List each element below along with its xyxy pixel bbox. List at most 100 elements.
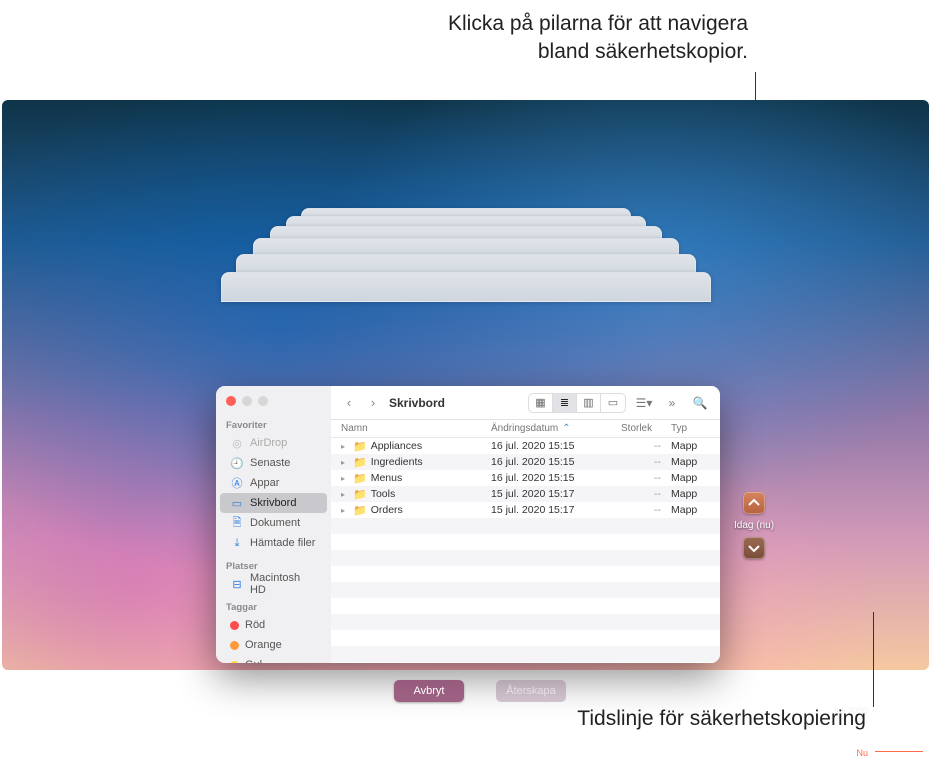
downloads-icon: ⤓: [230, 537, 244, 550]
sidebar-item-hd[interactable]: ⊟ Macintosh HD: [220, 574, 327, 594]
airdrop-icon: ◎: [230, 437, 244, 450]
table-row[interactable]: ▸📁Ingredients16 jul. 2020 15:15--Mapp: [331, 454, 720, 470]
sidebar-tag-red[interactable]: Röd: [220, 615, 327, 635]
desktop-icon: ▭: [230, 497, 244, 510]
cancel-button[interactable]: Avbryt: [394, 680, 464, 702]
file-modified: 16 jul. 2020 15:15: [491, 472, 621, 484]
tm-arrow-up[interactable]: [743, 492, 765, 514]
col-name[interactable]: Namn: [341, 423, 491, 434]
timeline-tick[interactable]: [905, 720, 923, 721]
timeline-tick[interactable]: [875, 709, 923, 710]
callout-line1: Klicka på pilarna för att navigera: [448, 10, 748, 38]
timeline-tick[interactable]: [905, 740, 923, 741]
view-list-button[interactable]: ≣: [553, 394, 577, 412]
file-name: Ingredients: [371, 456, 423, 468]
file-kind: Mapp: [671, 440, 720, 452]
table-row[interactable]: ▸ 📁 Tools 15 jul. 2020 15:17--Mapp: [331, 486, 720, 502]
sidebar-label: Röd: [245, 619, 265, 631]
folder-icon: 📁: [353, 504, 367, 517]
sort-indicator-icon: ⌃: [562, 423, 570, 434]
view-icons-button[interactable]: ▦: [529, 394, 553, 412]
callout-line2: bland säkerhetskopior.: [448, 38, 748, 66]
finder-main: ‹ › Skrivbord ▦ ≣ ▥ ▭ ☰▾ » 🔍 Namn Ändrin…: [331, 386, 720, 663]
callout-arrows: Klicka på pilarna för att navigera bland…: [448, 10, 748, 67]
callout-leader-line: [873, 612, 874, 707]
sidebar-item-desktop[interactable]: ▭ Skrivbord: [220, 493, 327, 513]
timeline-now-label: Nu: [856, 748, 868, 758]
file-name: Menus: [371, 472, 403, 484]
sidebar-label: Senaste: [250, 457, 290, 469]
file-modified: 15 jul. 2020 15:17: [491, 488, 621, 500]
group-button[interactable]: ☰▾: [634, 396, 654, 410]
sidebar-label: AirDrop: [250, 437, 287, 449]
file-modified: 16 jul. 2020 15:15: [491, 456, 621, 468]
forward-button[interactable]: ›: [365, 393, 381, 413]
file-name: Tools: [371, 488, 396, 500]
sidebar-item-recent[interactable]: 🕘 Senaste: [220, 453, 327, 473]
sidebar-tag-yellow[interactable]: Gul: [220, 655, 327, 663]
file-size: --: [621, 440, 671, 452]
clock-icon: 🕘: [230, 457, 244, 470]
tag-dot-yellow: [230, 661, 239, 664]
sidebar-label: Macintosh HD: [250, 572, 319, 596]
column-headers[interactable]: Namn Ändringsdatum ⌃ Storlek Typ: [331, 420, 720, 438]
sidebar-label: Hämtade filer: [250, 537, 315, 549]
sidebar-item-airdrop: ◎ AirDrop: [220, 433, 327, 453]
timeline-tick[interactable]: [905, 730, 923, 731]
folder-icon: 📁: [353, 440, 367, 453]
finder-toolbar: ‹ › Skrivbord ▦ ≣ ▥ ▭ ☰▾ » 🔍: [331, 386, 720, 420]
file-kind: Mapp: [671, 472, 720, 484]
col-kind[interactable]: Typ: [671, 423, 720, 434]
disclosure-triangle-icon[interactable]: ▸: [341, 458, 349, 467]
sidebar-header-favorites: Favoriter: [216, 416, 331, 433]
sidebar-item-documents[interactable]: 🗎 Dokument: [220, 513, 327, 533]
disclosure-triangle-icon[interactable]: ▸: [341, 442, 349, 451]
disclosure-triangle-icon[interactable]: ▸: [341, 490, 349, 499]
disclosure-triangle-icon[interactable]: ▸: [341, 506, 349, 515]
view-switcher[interactable]: ▦ ≣ ▥ ▭: [528, 393, 626, 413]
tag-dot-orange: [230, 641, 239, 650]
col-size[interactable]: Storlek: [621, 423, 671, 434]
zoom-icon: [258, 396, 268, 406]
file-size: --: [621, 472, 671, 484]
tm-arrow-down[interactable]: [743, 537, 765, 559]
sidebar-label: Skrivbord: [250, 497, 296, 509]
more-button[interactable]: »: [662, 396, 682, 410]
desktop-background: Favoriter ◎ AirDrop 🕘 Senaste Ⓐ Appar ▭ …: [2, 100, 929, 670]
file-name: Appliances: [371, 440, 422, 452]
sidebar-label: Gul: [245, 659, 262, 663]
finder-window: Favoriter ◎ AirDrop 🕘 Senaste Ⓐ Appar ▭ …: [216, 386, 720, 663]
file-size: --: [621, 504, 671, 516]
sidebar-tag-orange[interactable]: Orange: [220, 635, 327, 655]
table-row[interactable]: ▸📁Orders15 jul. 2020 15:17--Mapp: [331, 502, 720, 518]
file-size: --: [621, 488, 671, 500]
sidebar-item-apps[interactable]: Ⓐ Appar: [220, 473, 327, 493]
disclosure-triangle-icon[interactable]: ▸: [341, 474, 349, 483]
window-title: Skrivbord: [389, 396, 445, 410]
file-kind: Mapp: [671, 488, 720, 500]
tm-current-label: Idag (nu): [734, 520, 774, 531]
back-button[interactable]: ‹: [341, 393, 357, 413]
restore-button: Återskapa: [496, 680, 566, 702]
documents-icon: 🗎: [230, 514, 244, 533]
window-controls[interactable]: [216, 392, 331, 414]
sidebar-label: Orange: [245, 639, 282, 651]
callout-timeline-text: Tidslinje för säkerhetskopiering: [577, 707, 866, 730]
table-row[interactable]: ▸📁Menus16 jul. 2020 15:15--Mapp: [331, 470, 720, 486]
close-icon[interactable]: [226, 396, 236, 406]
file-modified: 16 jul. 2020 15:15: [491, 440, 621, 452]
timeline-now-tick[interactable]: [875, 751, 923, 752]
col-modified[interactable]: Ändringsdatum ⌃: [491, 423, 621, 434]
view-columns-button[interactable]: ▥: [577, 394, 601, 412]
disk-icon: ⊟: [230, 578, 244, 591]
table-row[interactable]: ▸ 📁 Appliances 16 jul. 2020 15:15--Mapp: [331, 438, 720, 454]
apps-icon: Ⓐ: [230, 475, 244, 491]
sidebar-header-tags: Taggar: [216, 598, 331, 615]
tag-dot-red: [230, 621, 239, 630]
view-gallery-button[interactable]: ▭: [601, 394, 625, 412]
file-name: Orders: [371, 504, 403, 516]
sidebar-item-downloads[interactable]: ⤓ Hämtade filer: [220, 533, 327, 553]
search-icon[interactable]: 🔍: [690, 396, 710, 410]
chevron-down-icon: [748, 542, 760, 554]
folder-icon: 📁: [353, 488, 367, 501]
